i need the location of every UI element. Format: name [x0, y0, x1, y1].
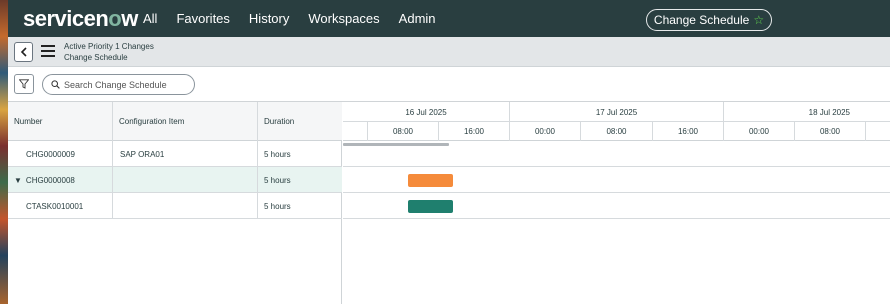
cell-number[interactable]: CTASK0010001	[8, 193, 113, 219]
hour-label: 00:00	[724, 122, 795, 141]
change-bar[interactable]	[408, 174, 453, 187]
table-row[interactable]: CTASK0010001 5 hours	[8, 193, 342, 219]
hour-label: 08:00	[581, 122, 653, 141]
timeline-day-header: 16 Jul 2025 17 Jul 2025 18 Jul 2025	[343, 102, 890, 122]
hour-label: 16:00	[653, 122, 724, 141]
table-row[interactable]: ▼ CHG0000008 5 hours	[8, 167, 342, 193]
hour-spacer	[343, 122, 368, 141]
top-navigation-bar: servicenow All Favorites History Workspa…	[8, 0, 890, 37]
expand-toggle-icon[interactable]: ▼	[14, 176, 22, 185]
nav-all[interactable]: All	[143, 11, 157, 26]
day-label: 16 Jul 2025	[343, 102, 510, 122]
cell-ci: SAP ORA01	[113, 141, 258, 167]
toolbar	[8, 67, 890, 102]
cell-number-group: ▼ CHG0000008	[8, 167, 113, 193]
change-schedule-pill[interactable]: Change Schedule ☆	[646, 9, 772, 31]
hour-label: 00:00	[510, 122, 581, 141]
cell-number[interactable]: CHG0000009	[8, 141, 113, 167]
chevron-left-icon	[20, 47, 27, 57]
search-box[interactable]	[42, 74, 195, 95]
cell-ci	[113, 167, 258, 193]
cell-duration: 5 hours	[264, 201, 291, 211]
timeline-row	[343, 193, 890, 219]
filter-button[interactable]	[14, 74, 34, 94]
breadcrumb-current: Change Schedule	[64, 53, 128, 62]
column-header-ci[interactable]: Configuration Item	[113, 102, 258, 141]
breadcrumb: Active Priority 1 Changes Change Schedul…	[64, 41, 154, 63]
gantt-timeline: 16 Jul 2025 17 Jul 2025 18 Jul 2025 08:0…	[343, 102, 890, 304]
nav-links: All Favorites History Workspaces Admin	[143, 0, 455, 37]
servicenow-logo[interactable]: servicenow	[23, 6, 138, 32]
star-icon[interactable]: ☆	[753, 13, 764, 27]
search-input[interactable]	[64, 79, 189, 90]
cell-number[interactable]: CHG0000008	[26, 176, 75, 185]
pill-label: Change Schedule	[653, 13, 750, 27]
schedule-grid: Number Configuration Item Duration CHG00…	[8, 102, 342, 304]
day-label: 18 Jul 2025	[808, 107, 850, 117]
hour-label: 16:00	[439, 122, 510, 141]
search-icon	[51, 80, 60, 89]
nav-workspaces[interactable]: Workspaces	[308, 11, 379, 26]
table-row[interactable]: CHG0000009 SAP ORA01 5 hours	[8, 141, 342, 167]
nav-admin[interactable]: Admin	[399, 11, 436, 26]
back-button[interactable]	[14, 42, 33, 62]
day-label: 17 Jul 2025	[510, 102, 724, 122]
cell-duration: 5 hours	[264, 175, 291, 185]
filter-icon	[19, 79, 29, 89]
column-header-duration[interactable]: Duration	[258, 102, 342, 141]
desktop-background-strip	[0, 0, 8, 304]
grid-header: Number Configuration Item Duration	[8, 102, 342, 141]
breadcrumb-list[interactable]: Active Priority 1 Changes	[64, 41, 154, 52]
sub-header: Active Priority 1 Changes Change Schedul…	[8, 37, 890, 67]
cell-duration: 5 hours	[264, 149, 291, 159]
hour-label: 08:00	[368, 122, 439, 141]
menu-icon[interactable]	[41, 45, 55, 57]
timeline-row	[343, 167, 890, 193]
timeline-hour-header: 08:00 16:00 00:00 08:00 16:00 00:00 08:0…	[343, 122, 890, 141]
nav-history[interactable]: History	[249, 11, 289, 26]
hour-label: 08:00	[795, 122, 866, 141]
servicenow-app: servicenow All Favorites History Workspa…	[8, 0, 890, 304]
cell-ci	[113, 193, 258, 219]
timeline-row	[343, 141, 890, 167]
nav-favorites[interactable]: Favorites	[176, 11, 229, 26]
column-header-number[interactable]: Number	[8, 102, 113, 141]
task-bar[interactable]	[408, 200, 453, 213]
